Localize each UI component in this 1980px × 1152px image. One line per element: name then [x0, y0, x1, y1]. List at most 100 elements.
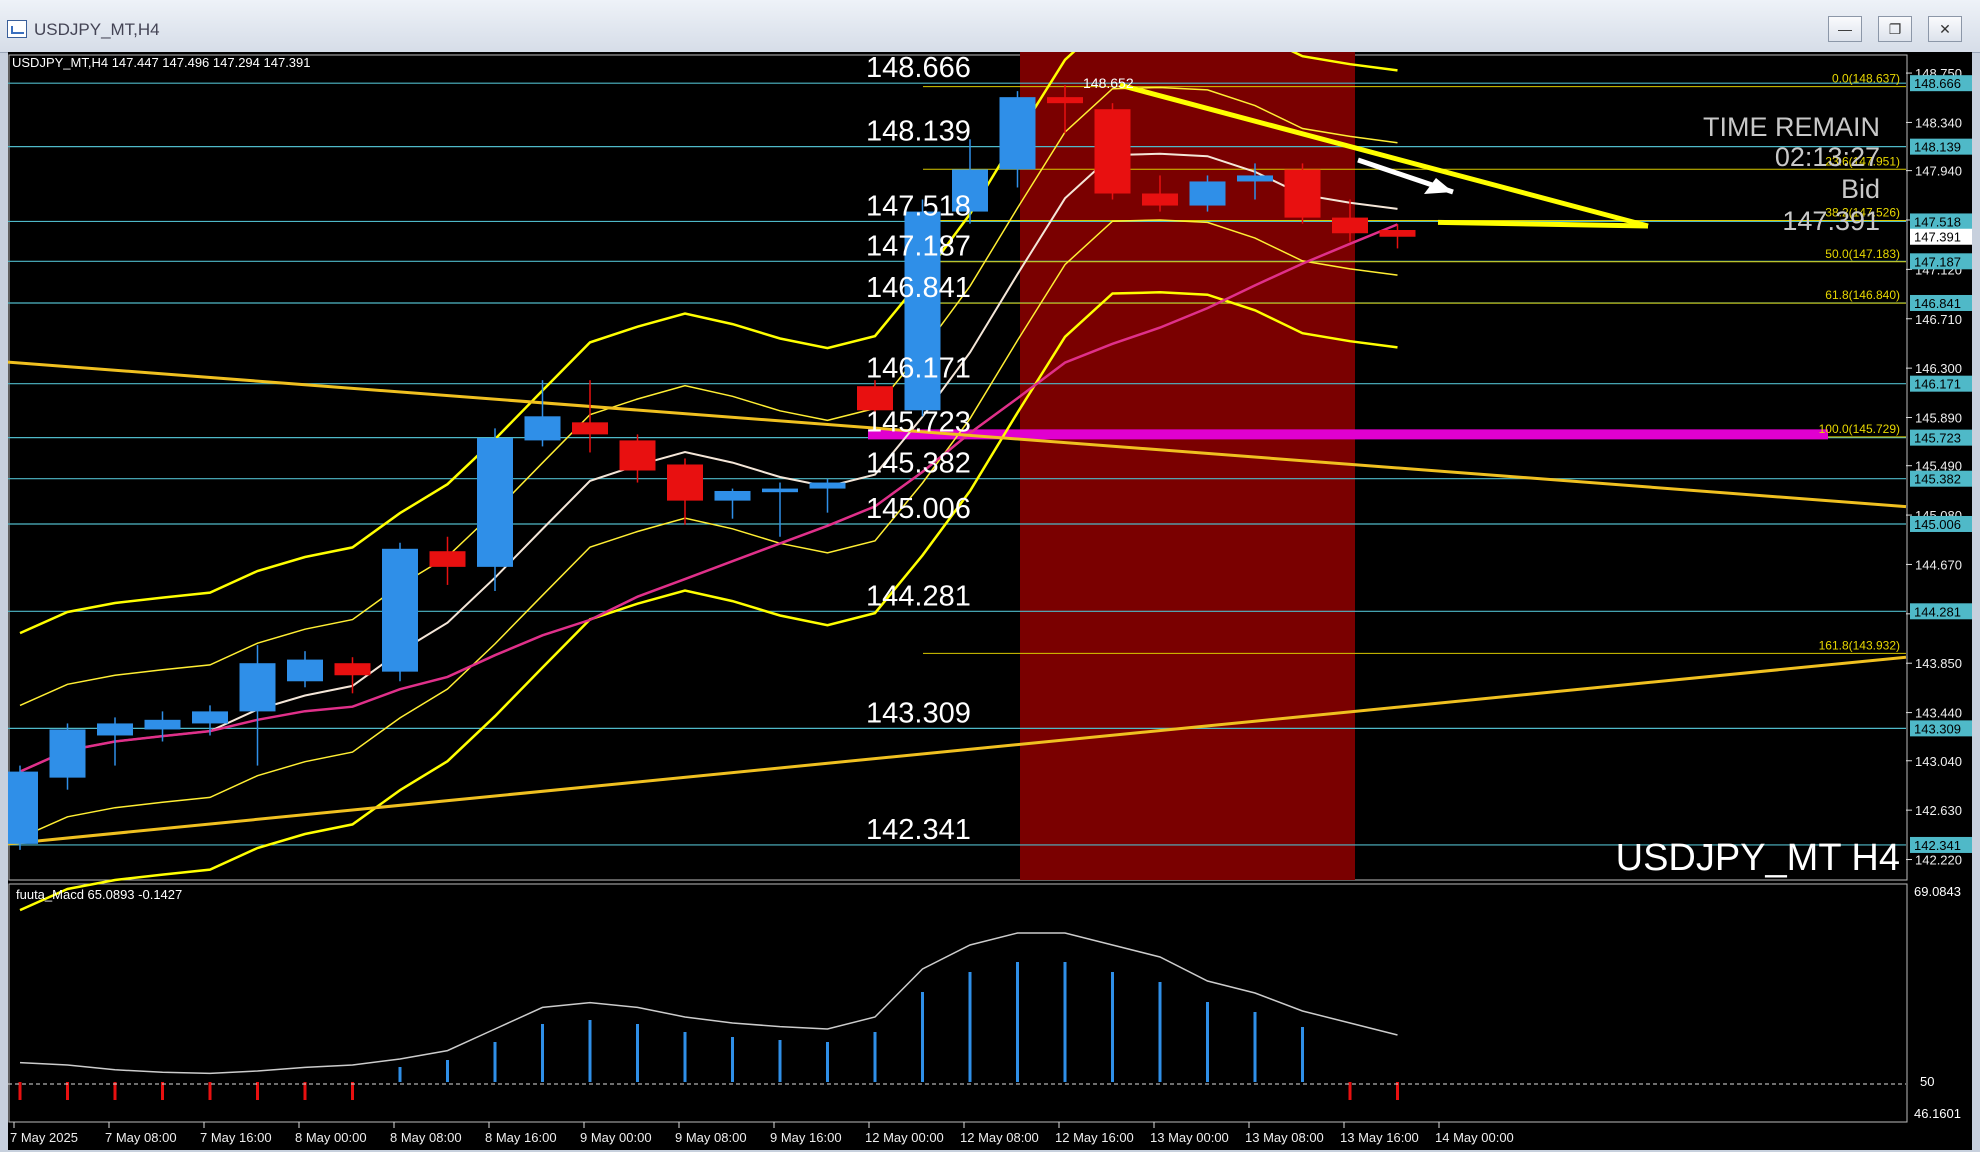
- restore-button[interactable]: ❐: [1878, 16, 1912, 42]
- level-label: 143.309: [866, 697, 971, 729]
- bearish-candle: [1094, 103, 1131, 200]
- price-tick-label: 144.670: [1915, 557, 1962, 572]
- candle-body: [1142, 193, 1178, 206]
- price-tick-label: 142.220: [1915, 853, 1962, 868]
- time-tick-label: 8 May 16:00: [485, 1130, 557, 1145]
- price-tag-label: 146.171: [1914, 377, 1961, 392]
- price-tag-label: 145.723: [1914, 431, 1961, 446]
- time-remain-value: 02:13:27: [1775, 142, 1880, 172]
- bullish-candle: [477, 428, 513, 591]
- bearish-candle: [1284, 163, 1321, 224]
- level-label: 148.666: [866, 52, 971, 84]
- price-tick-label: 143.040: [1915, 754, 1962, 769]
- level-label: 147.518: [866, 190, 971, 222]
- candle-body: [524, 416, 561, 441]
- time-tick-label: 12 May 16:00: [1055, 1130, 1134, 1145]
- price-tag-label: 148.139: [1914, 140, 1961, 155]
- time-tick-label: 12 May 08:00: [960, 1130, 1039, 1145]
- macd-axis-bottom: 46.1601: [1914, 1106, 1961, 1121]
- candle-body: [429, 551, 466, 567]
- symbol-watermark: USDJPY_MT H4: [1616, 837, 1900, 879]
- candle-body: [8, 771, 38, 844]
- price-chart[interactable]: 148.666 148.139 147.518 147.187 146.841 146.1…: [8, 52, 1972, 1150]
- level-label: 144.281: [866, 580, 971, 612]
- candle-body: [144, 719, 181, 730]
- candle-body: [1332, 217, 1368, 234]
- time-tick-label: 7 May 16:00: [200, 1130, 272, 1145]
- time-tick-label: 7 May 2025: [10, 1130, 78, 1145]
- fib-label: 61.8(146.840): [1825, 288, 1900, 302]
- fib-label: 50.0(147.183): [1825, 247, 1900, 261]
- high-marker: 148.652: [1083, 75, 1134, 91]
- price-tag-label: 147.187: [1914, 254, 1961, 269]
- window-titlebar: USDJPY_MT,H4 — ❐ ✕: [0, 0, 1980, 53]
- level-label: 146.171: [866, 353, 971, 385]
- bid-value: 147.391: [1782, 206, 1880, 236]
- price-tag-label: 147.518: [1914, 214, 1961, 229]
- price-tag-label: 146.841: [1914, 296, 1961, 311]
- candle-body: [667, 464, 703, 501]
- level-label: 146.841: [866, 272, 971, 304]
- chart-header: USDJPY_MT,H4 147.447 147.496 147.294 147…: [12, 55, 311, 70]
- time-remain-label: TIME REMAIN: [1703, 112, 1880, 142]
- price-tag-label: 145.382: [1914, 472, 1961, 487]
- time-tick-label: 14 May 00:00: [1435, 1130, 1514, 1145]
- candle-body: [97, 723, 133, 736]
- candle-body: [192, 711, 228, 724]
- price-tick-label: 143.440: [1915, 706, 1962, 721]
- level-label: 148.139: [866, 116, 971, 148]
- candle-body: [809, 482, 846, 489]
- price-tag-label: 143.309: [1914, 721, 1961, 736]
- time-tick-label: 9 May 16:00: [770, 1130, 842, 1145]
- close-button[interactable]: ✕: [1928, 16, 1962, 42]
- chart-window-icon: [7, 20, 27, 38]
- level-label: 145.723: [866, 407, 971, 439]
- candle-body: [572, 422, 608, 435]
- candle-body: [1094, 109, 1131, 194]
- time-tick-label: 8 May 08:00: [390, 1130, 462, 1145]
- time-tick-label: 13 May 00:00: [1150, 1130, 1229, 1145]
- macd-label: fuuta_Macd 65.0893 -0.1427: [16, 887, 182, 902]
- time-tick-label: 12 May 00:00: [865, 1130, 944, 1145]
- time-tick-label: 7 May 08:00: [105, 1130, 177, 1145]
- time-tick-label: 13 May 16:00: [1340, 1130, 1419, 1145]
- price-tick-label: 145.890: [1915, 411, 1962, 426]
- macd-axis-mid: 50: [1920, 1074, 1934, 1089]
- candle-body: [477, 437, 513, 567]
- candle-body: [714, 490, 751, 501]
- candle-body: [239, 663, 276, 712]
- time-tick-label: 9 May 08:00: [675, 1130, 747, 1145]
- time-tick-label: 8 May 00:00: [295, 1130, 367, 1145]
- price-tag-label: 142.341: [1914, 838, 1961, 853]
- price-tick-label: 142.630: [1915, 803, 1962, 818]
- candle-body: [762, 488, 798, 493]
- candle-body: [1237, 175, 1273, 182]
- candle-body: [999, 97, 1036, 170]
- level-label: 145.382: [866, 448, 971, 480]
- candle-body: [49, 729, 86, 778]
- price-tick-label: 148.340: [1915, 115, 1962, 130]
- price-tick-label: 146.300: [1915, 361, 1962, 376]
- price-tag-label: 145.006: [1914, 517, 1961, 532]
- chart-window[interactable]: 148.666 148.139 147.518 147.187 146.841 146.1…: [8, 52, 1972, 1150]
- candle-body: [287, 659, 323, 682]
- price-tick-label: 147.940: [1915, 164, 1962, 179]
- macd-axis-top: 69.0843: [1914, 884, 1961, 899]
- candle-body: [1047, 97, 1083, 104]
- price-tick-label: 143.850: [1915, 656, 1962, 671]
- level-label: 142.341: [866, 814, 971, 846]
- price-tick-label: 146.710: [1915, 312, 1962, 327]
- level-label: 145.006: [866, 493, 971, 525]
- candle-body: [619, 440, 656, 471]
- candle-body: [1189, 181, 1226, 206]
- bid-label: Bid: [1841, 174, 1880, 204]
- candle-body: [382, 548, 418, 672]
- candle-body: [1284, 169, 1321, 218]
- price-tag-label: 144.281: [1914, 604, 1961, 619]
- window-title: USDJPY_MT,H4: [34, 20, 160, 39]
- fib-label: 0.0(148.637): [1832, 72, 1900, 86]
- minimize-button[interactable]: —: [1828, 16, 1862, 42]
- bullish-candle: [382, 542, 418, 682]
- time-tick-label: 13 May 08:00: [1245, 1130, 1324, 1145]
- candle-body: [1379, 229, 1416, 237]
